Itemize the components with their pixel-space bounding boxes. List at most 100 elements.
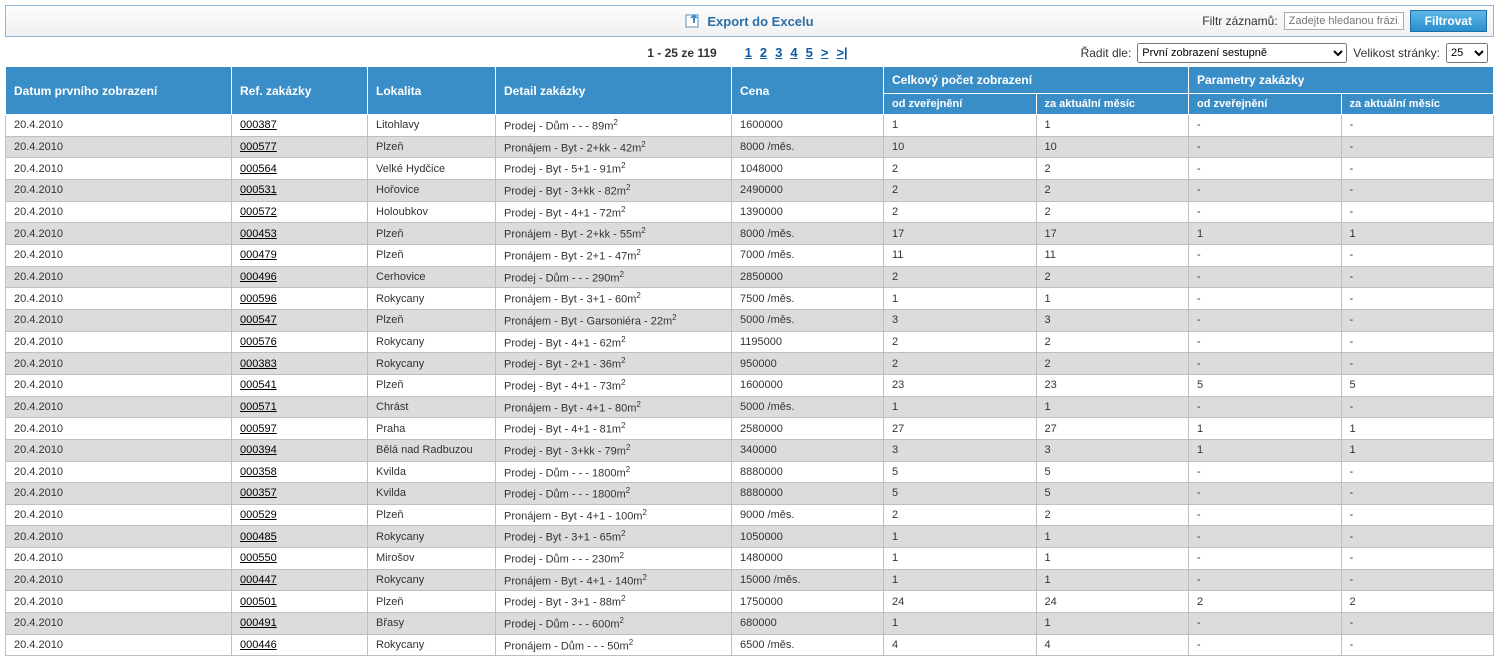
cell-detail: Prodej - Dům - - - 290m2 — [496, 266, 732, 288]
th-ref[interactable]: Ref. zakázky — [232, 67, 368, 115]
cell-c1: 2 — [884, 266, 1037, 288]
ref-link[interactable]: 000357 — [240, 487, 277, 499]
ref-link[interactable]: 000547 — [240, 314, 277, 326]
ref-link[interactable]: 000576 — [240, 336, 277, 348]
cell-datum: 20.4.2010 — [6, 353, 232, 375]
cell-lokalita: Břasy — [368, 613, 496, 635]
th-p-od[interactable]: od zveřejnění — [1189, 94, 1342, 115]
table-row: 20.4.2010000357KvildaProdej - Dům - - - … — [6, 483, 1494, 505]
ref-link[interactable]: 000447 — [240, 574, 277, 586]
th-detail[interactable]: Detail zakázky — [496, 67, 732, 115]
ref-link[interactable]: 000541 — [240, 379, 277, 391]
page-link[interactable]: 4 — [790, 45, 797, 60]
cell-p1: - — [1189, 331, 1342, 353]
table-row: 20.4.2010000564Velké HydčiceProdej - Byt… — [6, 158, 1494, 180]
ref-link[interactable]: 000394 — [240, 444, 277, 456]
cell-p1: 5 — [1189, 374, 1342, 396]
table-row: 20.4.2010000447RokycanyPronájem - Byt - … — [6, 569, 1494, 591]
cell-datum: 20.4.2010 — [6, 569, 232, 591]
ref-link[interactable]: 000597 — [240, 423, 277, 435]
cell-c1: 17 — [884, 223, 1037, 245]
ref-link[interactable]: 000491 — [240, 617, 277, 629]
ref-link[interactable]: 000572 — [240, 206, 277, 218]
ref-link[interactable]: 000529 — [240, 509, 277, 521]
cell-ref: 000550 — [232, 548, 368, 570]
ref-link[interactable]: 000571 — [240, 401, 277, 413]
cell-cena: 8880000 — [732, 461, 884, 483]
cell-cena: 15000 /měs. — [732, 569, 884, 591]
cell-c1: 2 — [884, 353, 1037, 375]
page-link[interactable]: > — [821, 45, 829, 60]
th-datum[interactable]: Datum prvního zobrazení — [6, 67, 232, 115]
cell-c1: 2 — [884, 201, 1037, 223]
cell-p1: - — [1189, 396, 1342, 418]
ref-link[interactable]: 000564 — [240, 163, 277, 175]
page-link[interactable]: 2 — [760, 45, 767, 60]
cell-p2: 1 — [1341, 439, 1494, 461]
pagesize-select[interactable]: 25 — [1446, 43, 1488, 63]
ref-link[interactable]: 000596 — [240, 293, 277, 305]
ref-link[interactable]: 000446 — [240, 639, 277, 651]
cell-p2: - — [1341, 179, 1494, 201]
cell-datum: 20.4.2010 — [6, 223, 232, 245]
ref-link[interactable]: 000387 — [240, 119, 277, 131]
page-link[interactable]: 5 — [806, 45, 813, 60]
cell-cena: 7000 /měs. — [732, 244, 884, 266]
page-link[interactable]: 3 — [775, 45, 782, 60]
cell-ref: 000446 — [232, 634, 368, 656]
cell-p2: - — [1341, 288, 1494, 310]
table-row: 20.4.2010000387LitohlavyProdej - Dům - -… — [6, 115, 1494, 137]
filter-input[interactable] — [1284, 12, 1404, 30]
th-c-za[interactable]: za aktuální měsíc — [1036, 94, 1189, 115]
cell-p2: - — [1341, 266, 1494, 288]
filter-button[interactable]: Filtrovat — [1410, 10, 1487, 32]
cell-datum: 20.4.2010 — [6, 634, 232, 656]
cell-lokalita: Rokycany — [368, 353, 496, 375]
th-cena[interactable]: Cena — [732, 67, 884, 115]
th-p-za[interactable]: za aktuální měsíc — [1341, 94, 1494, 115]
cell-p2: - — [1341, 483, 1494, 505]
ref-link[interactable]: 000577 — [240, 141, 277, 153]
cell-ref: 000564 — [232, 158, 368, 180]
cell-c1: 2 — [884, 179, 1037, 201]
ref-link[interactable]: 000485 — [240, 531, 277, 543]
export-excel-link[interactable]: Export do Excelu — [685, 13, 813, 29]
th-lokalita[interactable]: Lokalita — [368, 67, 496, 115]
table-row: 20.4.2010000358KvildaProdej - Dům - - - … — [6, 461, 1494, 483]
cell-lokalita: Plzeň — [368, 504, 496, 526]
cell-p2: 1 — [1341, 418, 1494, 440]
cell-cena: 1480000 — [732, 548, 884, 570]
ref-link[interactable]: 000496 — [240, 271, 277, 283]
cell-p1: - — [1189, 613, 1342, 635]
cell-detail: Prodej - Byt - 4+1 - 73m2 — [496, 374, 732, 396]
ref-link[interactable]: 000550 — [240, 552, 277, 564]
cell-ref: 000453 — [232, 223, 368, 245]
ref-link[interactable]: 000531 — [240, 184, 277, 196]
cell-p1: - — [1189, 266, 1342, 288]
page-link[interactable]: 1 — [745, 45, 752, 60]
cell-c1: 11 — [884, 244, 1037, 266]
ref-link[interactable]: 000358 — [240, 466, 277, 478]
th-c-od[interactable]: od zveřejnění — [884, 94, 1037, 115]
top-bar: Export do Excelu Filtr záznamů: Filtrova… — [5, 5, 1494, 37]
cell-p2: - — [1341, 331, 1494, 353]
ref-link[interactable]: 000453 — [240, 228, 277, 240]
ref-link[interactable]: 000383 — [240, 358, 277, 370]
cell-datum: 20.4.2010 — [6, 158, 232, 180]
sort-select[interactable]: První zobrazení sestupně — [1137, 43, 1347, 63]
cell-p2: - — [1341, 504, 1494, 526]
table-row: 20.4.2010000531HořoviceProdej - Byt - 3+… — [6, 179, 1494, 201]
cell-c1: 23 — [884, 374, 1037, 396]
cell-p2: - — [1341, 353, 1494, 375]
cell-detail: Prodej - Dům - - - 600m2 — [496, 613, 732, 635]
cell-c1: 1 — [884, 548, 1037, 570]
cell-ref: 000577 — [232, 136, 368, 158]
ref-link[interactable]: 000501 — [240, 596, 277, 608]
table-row: 20.4.2010000479PlzeňPronájem - Byt - 2+1… — [6, 244, 1494, 266]
cell-c2: 5 — [1036, 461, 1189, 483]
ref-link[interactable]: 000479 — [240, 249, 277, 261]
page-link[interactable]: >| — [836, 45, 847, 60]
cell-p2: 2 — [1341, 591, 1494, 613]
table-row: 20.4.2010000529PlzeňPronájem - Byt - 4+1… — [6, 504, 1494, 526]
cell-c2: 2 — [1036, 266, 1189, 288]
